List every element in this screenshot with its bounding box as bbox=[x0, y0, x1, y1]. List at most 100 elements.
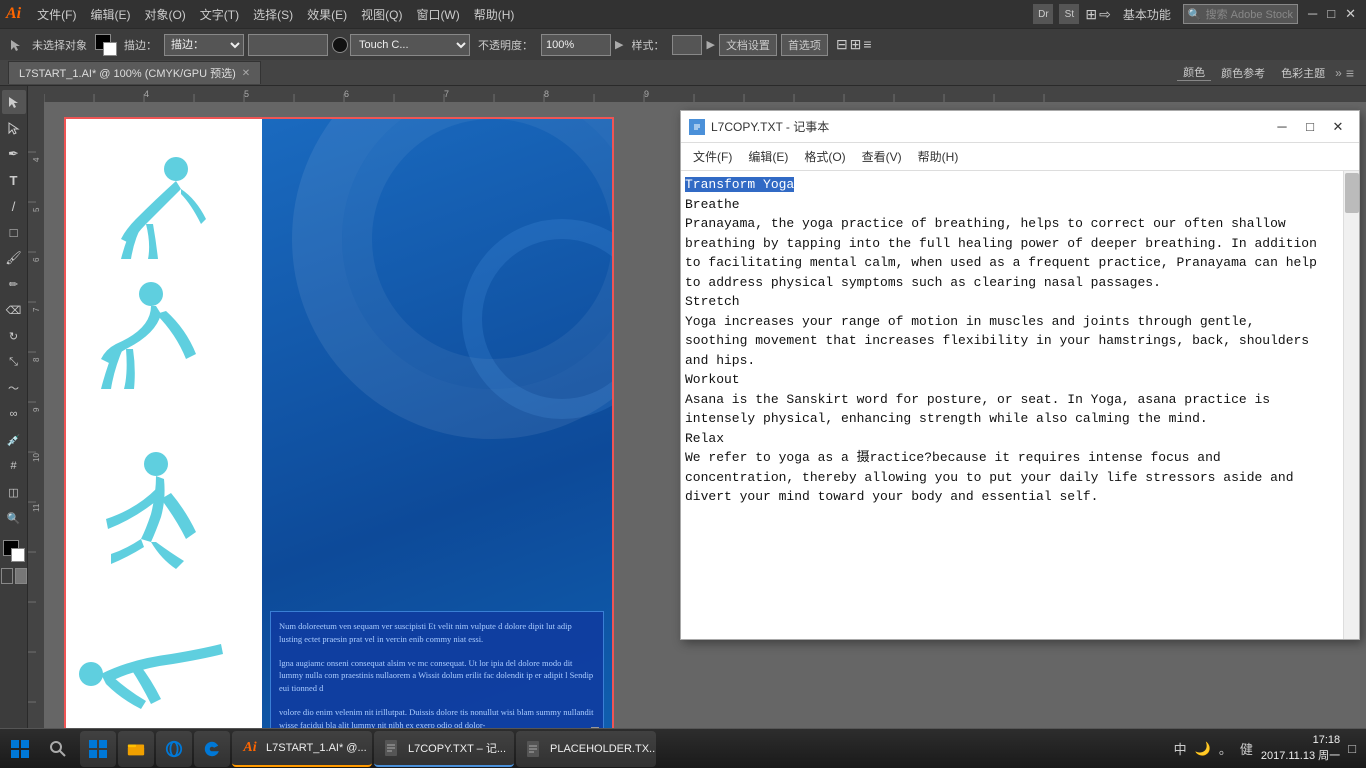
svg-text:6: 6 bbox=[32, 257, 41, 262]
panel-expand-icon[interactable]: » bbox=[1335, 66, 1342, 80]
taskbar-clock[interactable]: 17:18 2017.11.13 周一 bbox=[1261, 733, 1340, 764]
notepad-menu-help[interactable]: 帮助(H) bbox=[910, 144, 967, 169]
document-tab[interactable]: L7START_1.AI* @ 100% (CMYK/GPU 预选) ✕ bbox=[8, 61, 261, 84]
brush-tool[interactable]: 🖌 bbox=[2, 246, 26, 270]
app-icon-2[interactable]: St bbox=[1059, 4, 1079, 24]
menu-text[interactable]: 文字(T) bbox=[194, 4, 245, 25]
rotate-tool[interactable]: ↻ bbox=[2, 324, 26, 348]
eraser-tool[interactable]: ⌫ bbox=[2, 298, 26, 322]
zoom-tool[interactable]: 🔍 bbox=[2, 506, 26, 530]
notepad-content[interactable]: Transform Yoga Breathe Pranayama, the yo… bbox=[681, 171, 1343, 639]
toolbar: 未选择对象 描边： 描边： Touch C... 不透明度： ▶ 样式： ▶ 文… bbox=[0, 28, 1366, 60]
minimize-ai-icon[interactable]: ─ bbox=[1304, 6, 1321, 22]
mesh-tool[interactable]: # bbox=[2, 454, 26, 478]
taskbar-items: Ai L7START_1.AI* @... L7COPY.TXT – 记... … bbox=[80, 731, 656, 767]
fullscreen-mode-icon[interactable] bbox=[15, 568, 27, 584]
clock-date: 2017.11.13 周一 bbox=[1261, 749, 1340, 764]
menu-edit[interactable]: 编辑(E) bbox=[84, 4, 136, 25]
search-stock-label: 搜索 Adobe Stock bbox=[1206, 6, 1293, 22]
stroke-select[interactable]: 描边： bbox=[164, 34, 244, 56]
brush-circle[interactable] bbox=[332, 37, 348, 53]
taskbar-item-edge[interactable] bbox=[194, 731, 230, 767]
type-tool[interactable]: T bbox=[2, 168, 26, 192]
rect-tool[interactable]: □ bbox=[2, 220, 26, 244]
notepad-window: L7COPY.TXT - 记事本 ─ □ ✕ 文件(F) 编辑(E) 格式(O)… bbox=[680, 110, 1360, 640]
notepad-menu-view[interactable]: 查看(V) bbox=[854, 144, 910, 169]
ruler-top: 4 5 6 7 8 9 bbox=[44, 86, 1366, 102]
taskbar-item-windows[interactable] bbox=[80, 731, 116, 767]
menu-icon[interactable]: ≡ bbox=[863, 36, 871, 53]
notepad-window-controls: ─ □ ✕ bbox=[1269, 114, 1351, 140]
notepad-close-btn[interactable]: ✕ bbox=[1325, 114, 1351, 140]
pencil-tool[interactable]: ✏ bbox=[2, 272, 26, 296]
fill-stroke-indicator[interactable] bbox=[3, 540, 25, 562]
menu-file[interactable]: 文件(F) bbox=[31, 4, 82, 25]
scrollbar-thumb[interactable] bbox=[1345, 173, 1359, 213]
opacity-input[interactable] bbox=[541, 34, 611, 56]
svg-text:5: 5 bbox=[32, 207, 41, 212]
notepad-minimize-btn[interactable]: ─ bbox=[1269, 114, 1295, 140]
gradient-tool[interactable]: ◫ bbox=[2, 480, 26, 504]
ruler-corner bbox=[28, 86, 44, 102]
menu-window[interactable]: 窗口(W) bbox=[410, 4, 465, 25]
style-arrow[interactable]: ▶ bbox=[706, 38, 714, 51]
grid-view-icon[interactable]: ⊞ bbox=[1085, 6, 1097, 23]
arrange-icon[interactable]: ⇨ bbox=[1099, 6, 1111, 23]
doc-settings-button[interactable]: 文档设置 bbox=[719, 34, 777, 56]
sys-icon-1[interactable]: 中 bbox=[1172, 737, 1189, 760]
grid-options-icon[interactable]: ⊟ bbox=[836, 36, 848, 53]
menu-effect[interactable]: 效果(E) bbox=[301, 4, 353, 25]
menu-select[interactable]: 选择(S) bbox=[247, 4, 299, 25]
notepad-menu-file[interactable]: 文件(F) bbox=[685, 144, 740, 169]
blend-tool[interactable]: ∞ bbox=[2, 402, 26, 426]
color-panel-tab[interactable]: 颜色 bbox=[1177, 64, 1211, 81]
sys-icon-2[interactable]: 🌙 bbox=[1193, 739, 1213, 759]
panel-menu-icon[interactable]: ≡ bbox=[1346, 65, 1354, 81]
warp-tool[interactable]: 〜 bbox=[2, 376, 26, 400]
fill-stroke-swatches[interactable] bbox=[95, 34, 117, 56]
sys-icon-4[interactable]: 健 bbox=[1238, 737, 1255, 760]
menu-help[interactable]: 帮助(H) bbox=[468, 4, 521, 25]
notepad-app-icon bbox=[689, 119, 705, 135]
line-pranayama-2: breathing by tapping into the full heali… bbox=[685, 236, 1317, 251]
taskbar-item-ie[interactable] bbox=[156, 731, 192, 767]
taskbar-item-explorer[interactable] bbox=[118, 731, 154, 767]
start-button[interactable] bbox=[0, 729, 40, 768]
notepad-menu-edit[interactable]: 编辑(E) bbox=[740, 144, 796, 169]
notifications-icon[interactable]: □ bbox=[1346, 739, 1358, 758]
color-ref-tab[interactable]: 颜色参考 bbox=[1215, 65, 1271, 81]
taskbar-item-notepad1[interactable]: L7COPY.TXT – 记... bbox=[374, 731, 514, 767]
doc-tab-close[interactable]: ✕ bbox=[242, 68, 250, 79]
close-ai-icon[interactable]: ✕ bbox=[1341, 6, 1360, 22]
pen-tool[interactable]: ✒ bbox=[2, 142, 26, 166]
preferences-button[interactable]: 首选项 bbox=[781, 34, 828, 56]
notepad-content-wrapper: Transform Yoga Breathe Pranayama, the yo… bbox=[681, 171, 1359, 639]
notepad-title-text: L7COPY.TXT - 记事本 bbox=[711, 118, 829, 135]
scale-tool[interactable]: ⤡ bbox=[2, 350, 26, 374]
menu-view[interactable]: 视图(Q) bbox=[355, 4, 408, 25]
taskbar-item-notepad2[interactable]: PLACEHOLDER.TX... bbox=[516, 731, 656, 767]
line-pranayama-4: to address physical symptoms such as cle… bbox=[685, 275, 1161, 290]
maximize-ai-icon[interactable]: □ bbox=[1323, 6, 1339, 22]
menu-object[interactable]: 对象(O) bbox=[138, 4, 191, 25]
normal-mode-icon[interactable] bbox=[1, 568, 13, 584]
touch-select[interactable]: Touch C... bbox=[350, 34, 470, 56]
line-tool[interactable]: / bbox=[2, 194, 26, 218]
search-stock-bar[interactable]: 🔍 搜索 Adobe Stock bbox=[1183, 4, 1298, 24]
options-icon[interactable]: ⊞ bbox=[850, 36, 862, 53]
notepad-scrollbar[interactable] bbox=[1343, 171, 1359, 639]
opacity-arrow[interactable]: ▶ bbox=[615, 38, 623, 51]
color-theme-tab[interactable]: 色彩主题 bbox=[1275, 65, 1331, 81]
eyedropper-tool[interactable]: 💉 bbox=[2, 428, 26, 452]
direct-select-tool[interactable] bbox=[2, 116, 26, 140]
svg-text:9: 9 bbox=[644, 89, 649, 99]
sys-icon-3[interactable]: 。 bbox=[1217, 737, 1234, 760]
notepad-maximize-btn[interactable]: □ bbox=[1297, 114, 1323, 140]
app-icon-1[interactable]: Dr bbox=[1033, 4, 1053, 24]
basic-function[interactable]: 基本功能 bbox=[1117, 4, 1177, 25]
svg-text:8: 8 bbox=[32, 357, 41, 362]
taskbar-item-ai[interactable]: Ai L7START_1.AI* @... bbox=[232, 731, 372, 767]
select-tool[interactable] bbox=[2, 90, 26, 114]
taskbar-search-button[interactable] bbox=[40, 731, 76, 767]
notepad-menu-format[interactable]: 格式(O) bbox=[796, 144, 853, 169]
